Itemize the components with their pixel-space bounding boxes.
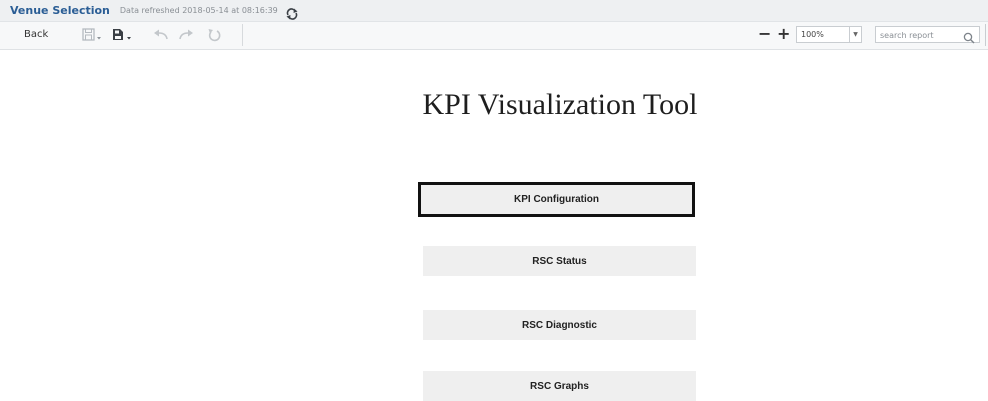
search-box <box>875 26 980 44</box>
toolbar: Back − + 100% ▼ search report <box>0 22 988 50</box>
save-icon[interactable] <box>82 27 102 43</box>
zoom-out-button[interactable]: − <box>758 25 771 43</box>
zoom-in-button[interactable]: + <box>777 25 790 43</box>
back-button[interactable]: Back <box>24 29 48 40</box>
rsc-graphs-button[interactable]: RSC Graphs <box>423 371 696 401</box>
search-icon[interactable] <box>963 29 975 48</box>
reset-icon[interactable] <box>207 27 221 43</box>
refresh-icon[interactable] <box>285 5 299 20</box>
rsc-diagnostic-button[interactable]: RSC Diagnostic <box>423 310 696 340</box>
toolbar-edge-divider <box>985 24 986 46</box>
redo-icon[interactable] <box>178 27 194 43</box>
zoom-select[interactable]: 100% ▼ <box>796 26 862 43</box>
toolbar-divider <box>242 24 243 46</box>
app-title: Venue Selection <box>10 4 110 17</box>
title-bar: Venue Selection Data refreshed 2018-05-1… <box>0 0 988 22</box>
chevron-down-icon[interactable]: ▼ <box>849 27 861 42</box>
rsc-status-button[interactable]: RSC Status <box>423 246 696 276</box>
kpi-configuration-button[interactable]: KPI Configuration <box>418 182 695 217</box>
page-title: KPI Visualization Tool <box>0 88 988 122</box>
export-icon[interactable] <box>111 27 133 43</box>
refresh-status: Data refreshed 2018-05-14 at 08:16:39 <box>119 6 278 15</box>
page-title-text: KPI Visualization Tool <box>422 88 698 121</box>
undo-icon[interactable] <box>153 27 169 43</box>
search-input[interactable] <box>876 27 966 44</box>
zoom-value: 100% <box>801 30 824 39</box>
